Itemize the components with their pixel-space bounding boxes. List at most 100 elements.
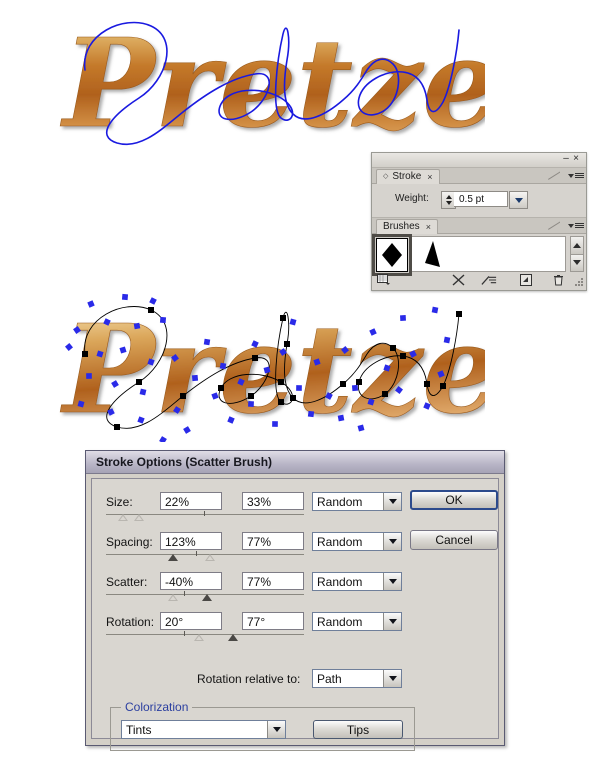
stroke-tab-row[interactable]: ◇ Stroke × — [372, 168, 586, 184]
diamond-icon — [382, 243, 402, 267]
tab-brushes-close-icon[interactable]: × — [426, 220, 431, 234]
brushes-panel-menu-icon[interactable] — [560, 219, 584, 232]
brushes-panel-body — [372, 234, 586, 286]
brushes-menu-triangle-icon — [568, 223, 574, 228]
rotation-relative-select[interactable]: Path — [312, 669, 402, 688]
scatter-max-input[interactable]: 77% — [242, 572, 304, 590]
size-mode-chevron-down-icon[interactable] — [383, 493, 401, 510]
spacing-mode-value: Random — [317, 534, 363, 549]
scroll-down-button[interactable] — [571, 254, 583, 271]
rotation-slider-marker-max[interactable] — [228, 634, 238, 641]
scatter-slider-marker-max[interactable] — [202, 594, 212, 601]
rotation-slider-marker-min[interactable] — [194, 634, 204, 641]
rotation-relative-value: Path — [317, 671, 342, 686]
options-of-selected-object-icon[interactable] — [481, 273, 497, 286]
cancel-button[interactable]: Cancel — [410, 530, 498, 550]
scatter-min-input[interactable]: -40% — [160, 572, 222, 590]
panel-menu-triangle-icon — [568, 173, 574, 178]
pretzel-scatter-svg: Pretzel — [60, 293, 485, 442]
pretzel-letters-2: Pretzel — [60, 297, 485, 442]
colorization-chevron-down-icon[interactable] — [267, 721, 285, 738]
stroke-panel-menu-icon[interactable] — [560, 169, 584, 182]
scatter-mode-chevron-down-icon[interactable] — [383, 573, 401, 590]
artwork-pretzel-scatter: Pretzel — [55, 292, 485, 442]
rotation-min-input[interactable]: 20° — [160, 612, 222, 630]
rotation-mode-value: Random — [317, 614, 363, 629]
size-slider-marker-min[interactable] — [118, 514, 128, 521]
rotation-slider-track[interactable] — [106, 634, 304, 635]
tab-stroke[interactable]: ◇ Stroke × — [376, 169, 440, 184]
brush-diamond-swatch — [376, 238, 408, 272]
scatter-slider-tick — [184, 591, 185, 596]
row-rotation: Rotation: 20° 77° Random — [92, 607, 498, 645]
size-mode-value: Random — [317, 494, 363, 509]
new-brush-icon[interactable] — [518, 273, 534, 286]
scatter-label: Scatter: — [106, 575, 148, 589]
floating-panel-group[interactable]: – × ◇ Stroke × Weight: 0.5 pt Brushes × — [371, 152, 587, 291]
stepper-down-icon[interactable] — [445, 201, 452, 205]
tips-button[interactable]: Tips — [313, 720, 403, 739]
brushes-menu-lines-icon — [575, 223, 584, 228]
panel-window-buttons[interactable]: – × — [562, 153, 582, 165]
panel-group-titlebar[interactable]: – × — [372, 153, 586, 168]
size-slider-marker-max[interactable] — [134, 514, 144, 521]
stroke-weight-dropdown[interactable] — [509, 191, 528, 209]
brushes-toolbar[interactable] — [372, 273, 586, 286]
spacing-slider-tick — [196, 551, 197, 556]
stroke-panel[interactable]: ◇ Stroke × Weight: 0.5 pt — [372, 168, 586, 217]
spacing-mode-select[interactable]: Random — [312, 532, 402, 551]
scatter-slider-marker-min[interactable] — [168, 594, 178, 601]
colorization-method-value: Tints — [126, 722, 152, 737]
rotation-mode-select[interactable]: Random — [312, 612, 402, 631]
stroke-weight-label: Weight: — [395, 193, 429, 204]
triangle-icon — [424, 241, 440, 267]
tab-stroke-close-icon[interactable]: × — [427, 170, 432, 184]
scroll-up-button[interactable] — [571, 237, 583, 255]
panel-menu-slash — [548, 170, 560, 180]
spacing-label: Spacing: — [106, 535, 153, 549]
close-icon[interactable]: × — [572, 153, 582, 165]
spacing-min-input[interactable]: 123% — [160, 532, 222, 550]
size-slider-tick — [204, 511, 205, 516]
tab-brushes[interactable]: Brushes × — [376, 219, 438, 234]
brush-item-triangle[interactable] — [415, 237, 448, 271]
tab-brushes-label: Brushes — [383, 221, 420, 232]
size-mode-select[interactable]: Random — [312, 492, 402, 511]
spacing-slider-marker-max[interactable] — [205, 554, 215, 561]
rotation-slider-tick — [184, 631, 185, 636]
colorization-legend: Colorization — [121, 700, 193, 714]
brush-list-scrollbar[interactable] — [570, 236, 584, 272]
stroke-options-dialog[interactable]: Stroke Options (Scatter Brush) Size: 22%… — [85, 450, 505, 751]
stepper-up-icon[interactable] — [445, 195, 452, 199]
brush-libraries-icon[interactable] — [376, 273, 392, 286]
dialog-body: Size: 22% 33% Random Spacing: 123% 77% R… — [91, 478, 499, 751]
delete-brush-icon[interactable] — [550, 273, 566, 286]
stroke-weight-input[interactable]: 0.5 pt — [454, 191, 508, 207]
rotation-relative-chevron-down-icon[interactable] — [383, 670, 401, 687]
spacing-max-input[interactable]: 77% — [242, 532, 304, 550]
spacing-slider-marker-min[interactable] — [168, 554, 178, 561]
size-min-input[interactable]: 22% — [160, 492, 222, 510]
chevron-up-icon — [573, 242, 581, 248]
brush-item-diamond-selected[interactable] — [372, 234, 412, 276]
scatter-mode-value: Random — [317, 574, 363, 589]
remove-brush-stroke-icon[interactable] — [450, 273, 466, 286]
rotation-max-input[interactable]: 77° — [242, 612, 304, 630]
colorization-method-select[interactable]: Tints — [121, 720, 286, 739]
spacing-mode-chevron-down-icon[interactable] — [383, 533, 401, 550]
rotation-relative-label: Rotation relative to: — [197, 672, 301, 686]
colorization-group: Colorization Tints Tips — [110, 700, 415, 751]
ok-button[interactable]: OK — [410, 490, 498, 510]
dialog-title: Stroke Options (Scatter Brush) — [86, 451, 504, 474]
panel-diamond-icon: ◇ — [383, 173, 389, 180]
panel-resize-grip[interactable] — [575, 278, 584, 286]
rotation-mode-chevron-down-icon[interactable] — [383, 613, 401, 630]
size-label: Size: — [106, 495, 133, 509]
artwork-pretzel-path: Pretzel — [55, 8, 485, 153]
size-max-input[interactable]: 33% — [242, 492, 304, 510]
row-scatter: Scatter: -40% 77% Random — [92, 567, 498, 605]
minimize-icon[interactable]: – — [562, 153, 572, 165]
scatter-mode-select[interactable]: Random — [312, 572, 402, 591]
brushes-panel[interactable]: Brushes × — [372, 217, 586, 286]
brushes-tab-row[interactable]: Brushes × — [372, 218, 586, 234]
